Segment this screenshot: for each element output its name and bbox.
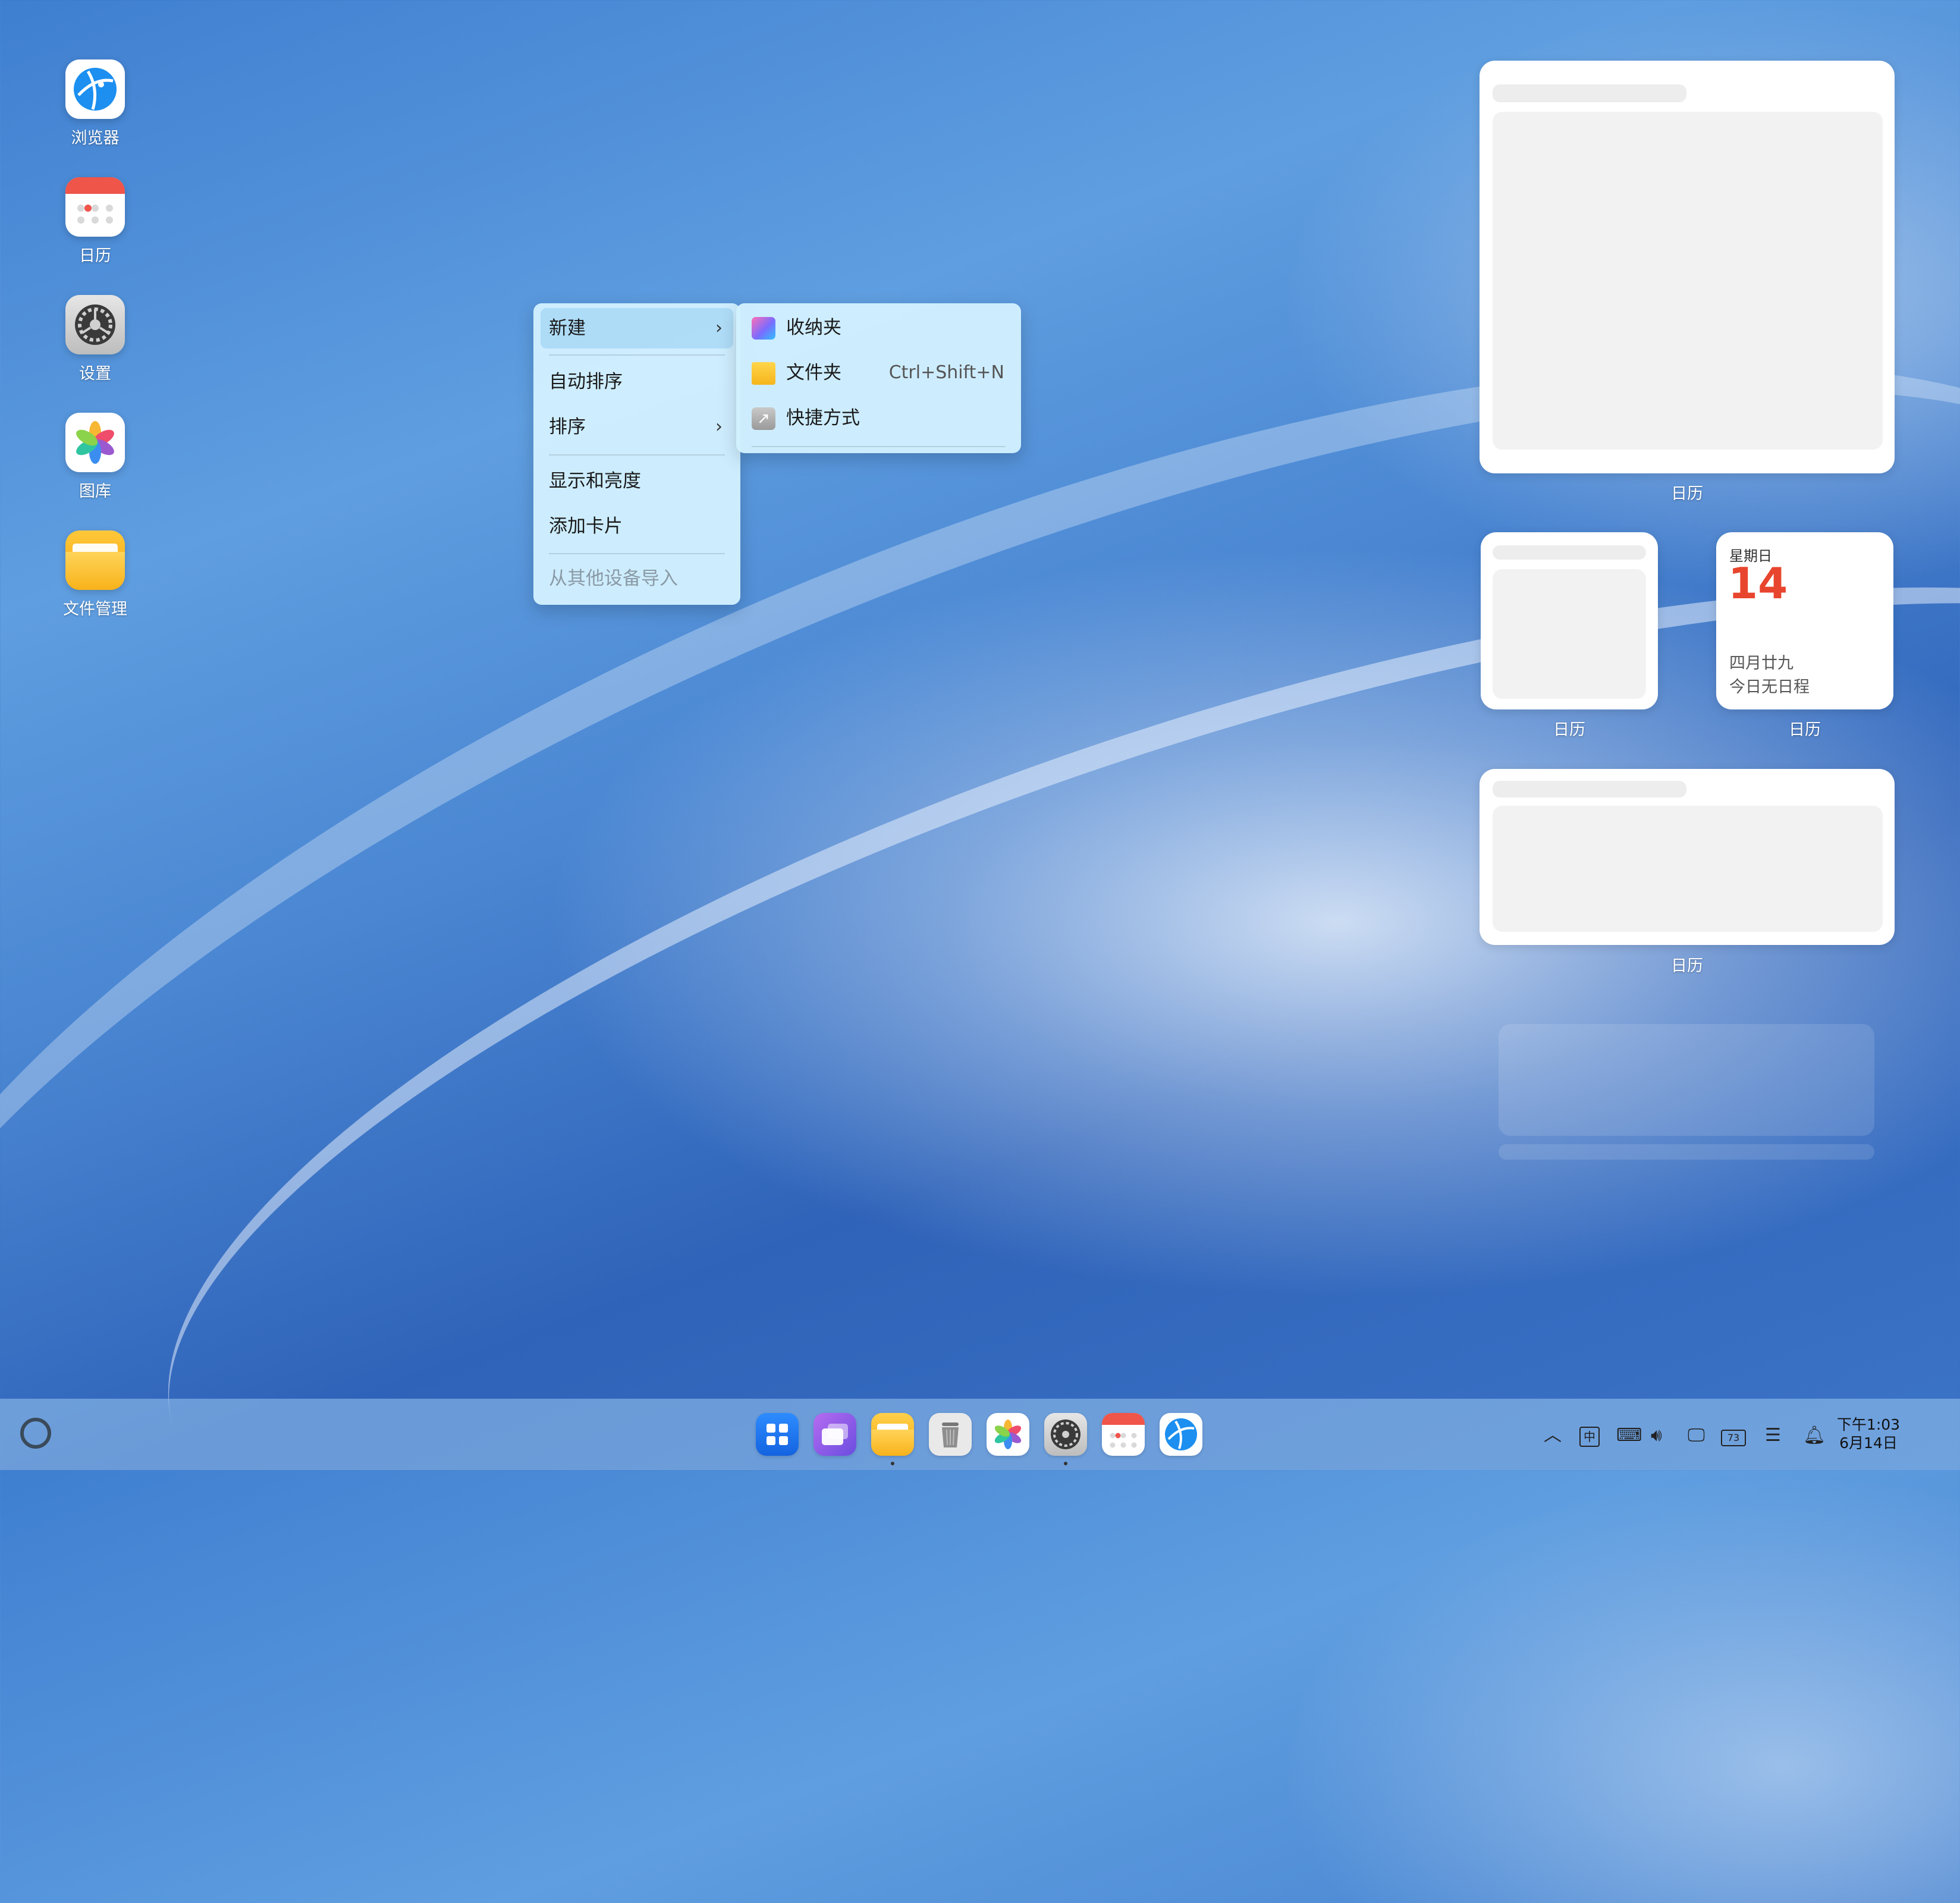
desktop-icon-label: 设置 [79, 365, 111, 383]
menu-item-label: 从其他设备导入 [549, 568, 678, 589]
calendar-widget-small[interactable] [1481, 532, 1658, 709]
notification-bell-icon[interactable]: 🔔︎ [1803, 1424, 1826, 1447]
placeholder-box [1493, 112, 1883, 450]
desktop-icon-label: 文件管理 [63, 600, 127, 618]
control-center-icon[interactable]: ☰ [1765, 1424, 1781, 1447]
chevron-right-icon: › [715, 318, 723, 338]
desktop-icon-settings[interactable]: 设置 [42, 295, 149, 384]
battery-level: 73 [1721, 1430, 1746, 1446]
ime-indicator[interactable]: 中 [1579, 1424, 1600, 1447]
calendar-icon[interactable] [1102, 1413, 1145, 1456]
running-indicator [891, 1462, 894, 1465]
menu-item-sort[interactable]: 排序 › [541, 407, 733, 447]
desktop-icon-file-manager[interactable]: 文件管理 [42, 530, 149, 619]
calendar-icon [65, 177, 125, 237]
menu-divider [752, 446, 1006, 447]
gallery-icon[interactable] [987, 1413, 1029, 1456]
menu-item-label: 显示和亮度 [549, 470, 641, 492]
browser-icon[interactable] [1160, 1413, 1202, 1456]
gallery-flower-icon [65, 413, 125, 472]
placeholder-box [1493, 806, 1883, 932]
submenu-item-collection[interactable]: 收纳夹 [743, 308, 1014, 347]
clock-time: 下午1:03 [1836, 1416, 1901, 1433]
widget-label: 日历 [1789, 721, 1821, 739]
battery-icon[interactable]: 73 [1721, 1424, 1746, 1447]
schedule-status: 今日无日程 [1729, 678, 1810, 696]
browser-icon [65, 59, 125, 119]
keyboard-shortcut: Ctrl+Shift+N [888, 362, 1004, 383]
ime-label: 中 [1579, 1427, 1600, 1447]
placeholder-bar [1493, 545, 1646, 560]
submenu-item-label: 收纳夹 [786, 317, 841, 338]
shortcut-arrow-icon: ↗ [752, 407, 775, 430]
trash-icon[interactable] [929, 1413, 972, 1456]
menu-divider [549, 354, 725, 356]
app-center-icon[interactable] [756, 1413, 799, 1456]
calendar-widget-wide[interactable] [1480, 769, 1895, 945]
menu-divider [549, 454, 725, 456]
settings-gear-icon [65, 295, 125, 354]
placeholder-bar [1493, 84, 1686, 102]
file-manager-icon[interactable] [871, 1413, 914, 1456]
desktop-icon-label: 图库 [79, 482, 111, 501]
submenu-item-label: 快捷方式 [786, 407, 860, 429]
tray-expand-chevron-icon[interactable]: ︿ [1544, 1424, 1562, 1447]
menu-divider [549, 553, 725, 554]
menu-item-label: 排序 [549, 416, 586, 438]
clock[interactable]: 下午1:03 6月14日 [1833, 1415, 1904, 1452]
folder-icon [752, 362, 775, 385]
desktop-icon-browser[interactable]: 浏览器 [42, 59, 149, 148]
placeholder-bar [1493, 781, 1686, 797]
taskbar [0, 1399, 1960, 1470]
menu-item-label: 添加卡片 [549, 516, 623, 537]
desktop-icon-label: 日历 [79, 247, 111, 265]
menu-item-label: 新建 [549, 318, 586, 339]
desktop-icon-gallery[interactable]: 图库 [42, 413, 149, 501]
menu-item-import-from-other-device[interactable]: 从其他设备导入 [541, 558, 733, 599]
menu-item-auto-sort[interactable]: 自动排序 [541, 362, 733, 402]
submenu-item-label: 文件夹 [786, 362, 841, 384]
day-number: 14 [1728, 558, 1788, 608]
desktop-context-menu: 新建 › 自动排序 排序 › 显示和亮度 添加卡片 从其他设备导入 [533, 303, 740, 605]
widget-label: 日历 [1671, 957, 1703, 975]
menu-item-new[interactable]: 新建 › [541, 308, 733, 348]
new-submenu: 收纳夹 文件夹 Ctrl+Shift+N ↗ 快捷方式 [736, 303, 1021, 453]
folder-icon [65, 530, 125, 590]
menu-item-add-card[interactable]: 添加卡片 [541, 506, 733, 547]
widget-label: 日历 [1553, 721, 1585, 739]
lunar-date: 四月廿九 [1729, 654, 1793, 673]
display-projection-icon[interactable]: 🖵︎ [1688, 1424, 1705, 1447]
calendar-date-widget[interactable]: 星期日 14 四月廿九 今日无日程 [1716, 532, 1893, 709]
settings-icon[interactable] [1044, 1413, 1087, 1456]
desktop-icon-label: 浏览器 [71, 129, 120, 147]
placeholder-box [1493, 569, 1646, 699]
submenu-item-shortcut[interactable]: ↗ 快捷方式 [743, 398, 1014, 438]
desktop-icon-calendar[interactable]: 日历 [42, 177, 149, 266]
volume-icon[interactable]: 🔊︎ [1651, 1424, 1662, 1447]
submenu-item-folder[interactable]: 文件夹 Ctrl+Shift+N [743, 353, 1014, 392]
menu-item-display-brightness[interactable]: 显示和亮度 [541, 461, 733, 501]
keyboard-icon[interactable]: ⌨ [1616, 1424, 1642, 1447]
widget-label: 日历 [1671, 485, 1703, 503]
widget-drop-ghost [1499, 1024, 1874, 1136]
menu-item-label: 自动排序 [549, 371, 623, 392]
clock-date: 6月14日 [1839, 1434, 1898, 1452]
multitask-icon[interactable] [813, 1413, 856, 1456]
collection-icon [752, 317, 775, 340]
chevron-right-icon: › [715, 416, 723, 437]
running-indicator [1064, 1462, 1067, 1465]
start-button[interactable] [20, 1418, 51, 1449]
widget-drop-ghost-bar [1499, 1144, 1874, 1160]
calendar-widget-large[interactable] [1480, 61, 1895, 473]
